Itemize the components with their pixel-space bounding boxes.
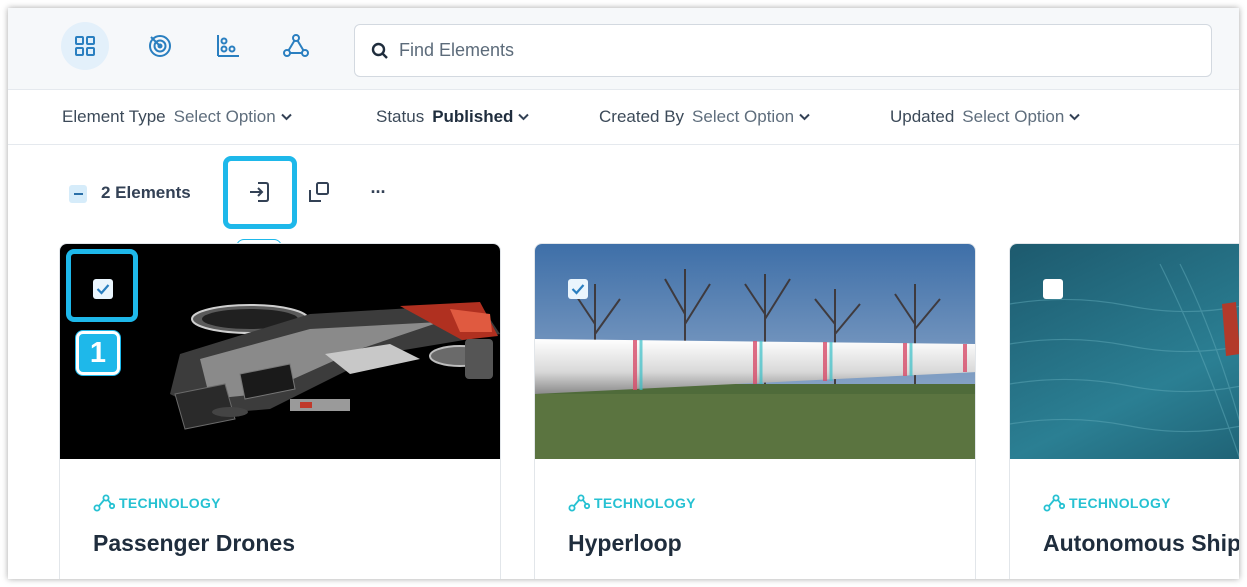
technology-icon: [568, 494, 590, 512]
technology-icon: [93, 494, 115, 512]
ellipsis-icon: ···: [370, 181, 387, 202]
grid-view-button[interactable]: [61, 22, 109, 70]
network-view-button[interactable]: [272, 22, 320, 70]
move-to-button[interactable]: [240, 175, 278, 209]
search-box[interactable]: [354, 24, 1212, 77]
search-icon: [371, 42, 388, 59]
card-checkbox[interactable]: [568, 279, 588, 299]
category-label: TECHNOLOGY: [594, 495, 696, 511]
category-label: TECHNOLOGY: [119, 495, 221, 511]
matrix-view-button[interactable]: [204, 22, 252, 70]
app-frame: Element Type Select Option Status Publis…: [8, 8, 1239, 579]
element-type-dropdown[interactable]: Select Option: [174, 107, 292, 127]
chevron-down-icon: [799, 113, 810, 121]
card-title[interactable]: Hyperloop: [568, 530, 682, 557]
filter-element-type: Element Type Select Option: [62, 107, 292, 127]
highlight-frame: [66, 249, 138, 322]
filter-label: Updated: [890, 107, 955, 126]
card-title[interactable]: Passenger Drones: [93, 530, 295, 557]
card-category: TECHNOLOGY: [93, 494, 221, 512]
status-dropdown[interactable]: Published: [432, 107, 530, 127]
selected-count: 2 Elements: [101, 183, 191, 202]
category-label: TECHNOLOGY: [1069, 495, 1171, 511]
duplicate-button[interactable]: [301, 175, 337, 209]
technology-icon: [1043, 494, 1065, 512]
dropdown-value: Select Option: [962, 107, 1065, 126]
filter-label: Status: [376, 107, 425, 126]
updated-dropdown[interactable]: Select Option: [962, 107, 1081, 127]
filter-created-by: Created By Select Option: [599, 107, 810, 127]
chevron-down-icon: [280, 113, 292, 121]
card-category: TECHNOLOGY: [1043, 494, 1171, 512]
chevron-down-icon: [518, 113, 530, 121]
network-icon: [283, 34, 309, 57]
filter-updated: Updated Select Option: [890, 107, 1081, 127]
card-checkbox[interactable]: [1043, 279, 1063, 299]
more-options-button[interactable]: ···: [363, 175, 393, 209]
element-card[interactable]: TECHNOLOGY Hyperloop: [534, 243, 976, 579]
deselect-all-checkbox[interactable]: [69, 185, 87, 203]
created-by-dropdown[interactable]: Select Option: [692, 107, 810, 127]
callout-1: 1: [76, 331, 120, 375]
top-toolbar: [8, 8, 1239, 90]
search-input[interactable]: [399, 40, 1159, 61]
grid-icon: [75, 36, 95, 56]
filter-label: Created By: [599, 107, 685, 126]
filter-bar: Element Type Select Option Status Publis…: [8, 91, 1239, 145]
radar-view-button[interactable]: [136, 22, 184, 70]
dropdown-value: Select Option: [173, 107, 276, 126]
matrix-icon: [217, 35, 239, 57]
dropdown-value: Published: [432, 107, 514, 126]
chevron-down-icon: [1069, 113, 1081, 121]
copy-icon: [309, 182, 329, 202]
card-image-ship: [1010, 244, 1239, 459]
filter-status: Status Published: [376, 107, 530, 127]
dropdown-value: Select Option: [692, 107, 795, 126]
import-icon: [250, 182, 269, 202]
filter-label: Element Type: [62, 107, 166, 126]
checkmark-icon: [571, 284, 585, 295]
card-category: TECHNOLOGY: [568, 494, 696, 512]
element-card[interactable]: TECHNOLOGY Autonomous Ship: [1009, 243, 1239, 579]
card-title[interactable]: Autonomous Ship: [1043, 530, 1239, 557]
card-image-hyperloop: [535, 244, 975, 459]
radar-icon: [149, 35, 171, 57]
